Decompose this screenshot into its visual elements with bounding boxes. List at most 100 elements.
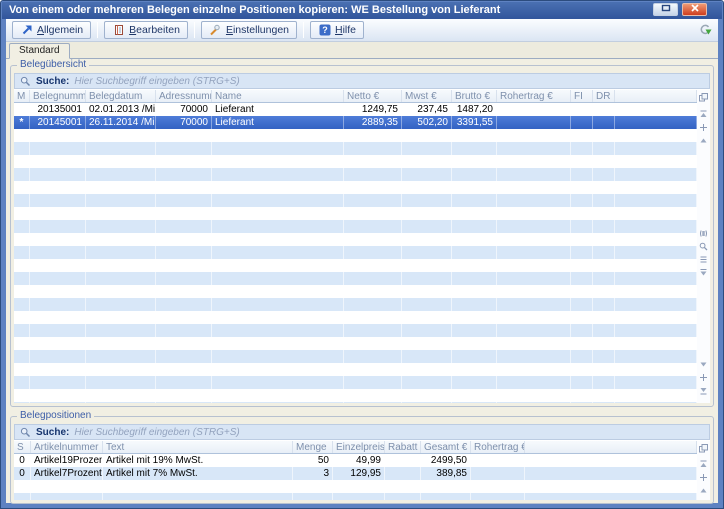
column-picker-icon[interactable] bbox=[698, 92, 709, 103]
cell bbox=[30, 207, 86, 220]
column-header[interactable]: Rabatt % bbox=[385, 441, 421, 453]
table-row[interactable]: 0Artikel7ProzentArtikel mit 7% MwSt.3129… bbox=[14, 467, 697, 480]
cell[interactable]: 02.01.2013 /Mi bbox=[86, 103, 156, 116]
cell[interactable]: Artikel mit 19% MwSt. bbox=[103, 454, 293, 467]
column-header[interactable]: Belegnummer bbox=[30, 90, 86, 102]
column-header[interactable]: Netto € bbox=[344, 90, 402, 102]
column-header[interactable]: Einzelpreis € bbox=[333, 441, 385, 453]
column-header[interactable]: Name bbox=[212, 90, 344, 102]
magnifier-icon[interactable] bbox=[698, 241, 709, 252]
column-header[interactable]: S bbox=[14, 441, 31, 453]
column-header[interactable]: Rohertrag € bbox=[471, 441, 525, 453]
cell[interactable] bbox=[14, 103, 30, 116]
cell[interactable] bbox=[385, 467, 421, 480]
cell[interactable]: 0 bbox=[14, 467, 31, 480]
toolbar-button-hilfe[interactable]: ? Hilfe bbox=[310, 21, 364, 39]
column-header[interactable]: Adressnumm bbox=[156, 90, 212, 102]
column-header[interactable]: Menge bbox=[293, 441, 333, 453]
toolbar-button-bearbeiten[interactable]: Bearbeiten bbox=[104, 21, 188, 39]
cell[interactable]: 502,20 bbox=[402, 116, 452, 129]
title-bar[interactable]: Von einem oder mehreren Belegen einzelne… bbox=[2, 2, 722, 19]
cell[interactable] bbox=[471, 454, 525, 467]
cell[interactable]: 389,85 bbox=[421, 467, 471, 480]
refresh-icon[interactable] bbox=[697, 23, 712, 38]
empty-row bbox=[14, 350, 697, 363]
restore-button[interactable] bbox=[653, 3, 678, 16]
cell[interactable] bbox=[497, 116, 571, 129]
cell[interactable]: 3391,55 bbox=[452, 116, 497, 129]
search-bar-belege[interactable]: Suche: Hier Suchbegriff eingeben (STRG+S… bbox=[14, 73, 710, 89]
toolbar-button-einstellungen[interactable]: Einstellungen bbox=[201, 21, 297, 39]
cell[interactable] bbox=[571, 103, 593, 116]
cell bbox=[30, 376, 86, 389]
column-header[interactable]: M bbox=[14, 90, 30, 102]
cell bbox=[30, 259, 86, 272]
cell bbox=[30, 311, 86, 324]
cell[interactable]: 1249,75 bbox=[344, 103, 402, 116]
triangle-up-icon[interactable] bbox=[698, 485, 709, 496]
zoom-rows-icon[interactable] bbox=[698, 254, 709, 265]
column-width-icon[interactable] bbox=[698, 498, 709, 500]
cell[interactable]: Lieferant bbox=[212, 116, 344, 129]
scroll-top-icon[interactable] bbox=[698, 109, 709, 120]
table-row[interactable]: 2013500102.01.2013 /Mi70000Lieferant1249… bbox=[14, 103, 697, 116]
column-header[interactable]: Gesamt € bbox=[421, 441, 471, 453]
cell[interactable]: 2499,50 bbox=[421, 454, 471, 467]
plus-icon[interactable] bbox=[698, 372, 709, 383]
cell bbox=[402, 129, 452, 142]
cell bbox=[344, 155, 402, 168]
cell[interactable]: 237,45 bbox=[402, 103, 452, 116]
search-bar-positionen[interactable]: Suche: Hier Suchbegriff eingeben (STRG+S… bbox=[14, 424, 710, 440]
cell[interactable]: Lieferant bbox=[212, 103, 344, 116]
cell[interactable]: Artikel19Prozent bbox=[31, 454, 103, 467]
cell[interactable]: 3 bbox=[293, 467, 333, 480]
cell[interactable] bbox=[471, 467, 525, 480]
cell[interactable]: 2889,35 bbox=[344, 116, 402, 129]
column-header[interactable]: Belegdatum bbox=[86, 90, 156, 102]
column-picker-icon[interactable] bbox=[698, 443, 709, 454]
scroll-bottom-icon[interactable] bbox=[698, 385, 709, 396]
cell[interactable]: 129,95 bbox=[333, 467, 385, 480]
cell[interactable]: * bbox=[14, 116, 30, 129]
cell[interactable]: 50 bbox=[293, 454, 333, 467]
column-header[interactable]: Mwst € bbox=[402, 90, 452, 102]
column-header[interactable]: DR bbox=[593, 90, 615, 102]
scroll-down-line-icon[interactable] bbox=[698, 267, 709, 278]
cell[interactable]: 70000 bbox=[156, 103, 212, 116]
cell bbox=[402, 298, 452, 311]
cell[interactable]: Artikel7Prozent bbox=[31, 467, 103, 480]
cell[interactable]: Artikel mit 7% MwSt. bbox=[103, 467, 293, 480]
cell[interactable]: 70000 bbox=[156, 116, 212, 129]
column-width-icon[interactable] bbox=[698, 228, 709, 239]
triangle-up-icon[interactable] bbox=[698, 135, 709, 146]
plus-icon[interactable] bbox=[698, 472, 709, 483]
plus-icon[interactable] bbox=[698, 122, 709, 133]
cell[interactable] bbox=[385, 454, 421, 467]
cell[interactable] bbox=[593, 116, 615, 129]
toolbar-button-allgemein[interactable]: Allgemein bbox=[12, 21, 91, 39]
column-header[interactable]: FI bbox=[571, 90, 593, 102]
cell[interactable]: 49,99 bbox=[333, 454, 385, 467]
cell[interactable]: 0 bbox=[14, 454, 31, 467]
column-header[interactable]: Text bbox=[103, 441, 293, 453]
tab-standard[interactable]: Standard bbox=[9, 43, 70, 59]
column-header[interactable]: Rohertrag € bbox=[497, 90, 571, 102]
cell[interactable] bbox=[593, 103, 615, 116]
column-header[interactable]: Artikelnummer bbox=[31, 441, 103, 453]
empty-row bbox=[14, 324, 697, 337]
scroll-top-icon[interactable] bbox=[698, 459, 709, 470]
table-row[interactable]: *2014500126.11.2014 /Mi70000Lieferant288… bbox=[14, 116, 697, 129]
close-button[interactable] bbox=[682, 3, 707, 16]
table-row[interactable]: 0Artikel19ProzentArtikel mit 19% MwSt.50… bbox=[14, 454, 697, 467]
cell[interactable]: 1487,20 bbox=[452, 103, 497, 116]
cell[interactable]: 20135001 bbox=[30, 103, 86, 116]
column-header[interactable]: Brutto € bbox=[452, 90, 497, 102]
cell bbox=[452, 155, 497, 168]
tab-strip: Standard bbox=[6, 42, 718, 59]
triangle-down-icon[interactable] bbox=[698, 359, 709, 370]
cell[interactable] bbox=[497, 103, 571, 116]
cell[interactable]: 20145001 bbox=[30, 116, 86, 129]
cell[interactable]: 26.11.2014 /Mi bbox=[86, 116, 156, 129]
cell[interactable] bbox=[571, 116, 593, 129]
empty-row bbox=[14, 207, 697, 220]
